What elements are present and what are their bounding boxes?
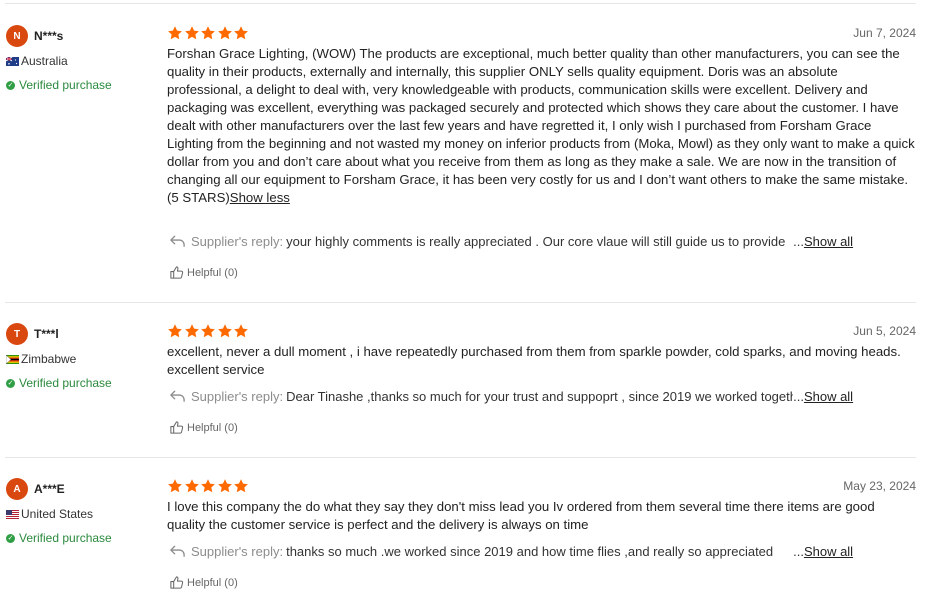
star-icon — [233, 323, 249, 339]
reply-ellipsis: ... — [793, 388, 804, 404]
review-author: T T***l Zimbabwe ✓ Verified purchase — [6, 323, 156, 390]
show-all-link[interactable]: Show all — [804, 234, 853, 249]
supplier-reply-label: Supplier's reply: — [191, 233, 284, 249]
reply-arrow-icon — [169, 234, 186, 248]
us-flag-icon — [6, 509, 19, 519]
verified-purchase: ✓ Verified purchase — [6, 376, 156, 390]
supplier-reply: Supplier's reply: Dear Tinashe ,thanks s… — [167, 387, 867, 405]
helpful-button[interactable]: Helpful (0) — [167, 575, 238, 590]
supplier-reply-text: thanks so much .we worked since 2019 and… — [286, 543, 774, 559]
verified-purchase: ✓ Verified purchase — [6, 78, 156, 92]
star-icon — [200, 478, 216, 494]
avatar: A — [6, 478, 28, 500]
star-icon — [200, 323, 216, 339]
star-rating — [167, 25, 250, 41]
star-icon — [217, 323, 233, 339]
star-icon — [233, 25, 249, 41]
helpful-label: Helpful (0) — [187, 576, 238, 589]
show-all-link[interactable]: Show all — [804, 389, 853, 404]
reviewer-country: Australia — [6, 54, 156, 68]
avatar: N — [6, 25, 28, 47]
country-name: United States — [21, 507, 94, 521]
star-icon — [200, 25, 216, 41]
show-less-link[interactable]: Show less — [230, 190, 290, 205]
reviewer-name: T***l — [34, 327, 59, 341]
review-date: May 23, 2024 — [843, 479, 916, 493]
star-icon — [167, 25, 183, 41]
star-icon — [167, 478, 183, 494]
verified-label: Verified purchase — [19, 531, 112, 545]
star-icon — [184, 323, 200, 339]
review-author: A A***E United States ✓ Verified purchas… — [6, 478, 156, 545]
helpful-button[interactable]: Helpful (0) — [167, 265, 238, 280]
verified-check-icon: ✓ — [6, 533, 15, 543]
australia-flag-icon — [6, 56, 19, 66]
helpful-label: Helpful (0) — [187, 421, 238, 434]
zimbabwe-flag-icon — [6, 354, 19, 364]
show-all-link[interactable]: Show all — [804, 544, 853, 559]
review-author: N N***s Australia ✓ Verified purchase — [6, 25, 156, 92]
supplier-reply-label: Supplier's reply: — [191, 543, 284, 559]
country-name: Australia — [21, 54, 68, 68]
thumbs-up-icon — [169, 265, 184, 280]
supplier-reply: Supplier's reply: thanks so much .we wor… — [167, 542, 867, 560]
review-text: I love this company the do what they say… — [167, 499, 875, 532]
star-icon — [217, 25, 233, 41]
thumbs-up-icon — [169, 575, 184, 590]
reply-ellipsis: ... — [793, 543, 804, 559]
reviewer-name: N***s — [34, 29, 64, 43]
reply-arrow-icon — [169, 544, 186, 558]
helpful-label: Helpful (0) — [187, 266, 238, 279]
review-date: Jun 5, 2024 — [853, 324, 916, 338]
verified-purchase: ✓ Verified purchase — [6, 531, 156, 545]
verified-label: Verified purchase — [19, 78, 112, 92]
helpful-button[interactable]: Helpful (0) — [167, 420, 238, 435]
verified-check-icon: ✓ — [6, 80, 15, 90]
avatar: T — [6, 323, 28, 345]
supplier-reply: Supplier's reply: your highly comments i… — [167, 232, 867, 250]
supplier-reply-text: your highly comments is really appreciat… — [286, 233, 786, 249]
review-text-content: Forshan Grace Lighting, (WOW) The produc… — [167, 46, 915, 205]
verified-check-icon: ✓ — [6, 378, 15, 388]
star-icon — [233, 478, 249, 494]
star-rating — [167, 478, 250, 494]
top-divider — [5, 3, 916, 4]
reviewer-name: A***E — [34, 482, 65, 496]
star-icon — [167, 323, 183, 339]
thumbs-up-icon — [169, 420, 184, 435]
reply-ellipsis: ... — [793, 233, 804, 249]
star-rating — [167, 323, 250, 339]
reviewer-country: Zimbabwe — [6, 352, 156, 366]
star-icon — [184, 478, 200, 494]
reviewer-country: United States — [6, 507, 156, 521]
supplier-reply-label: Supplier's reply: — [191, 388, 284, 404]
star-icon — [217, 478, 233, 494]
verified-label: Verified purchase — [19, 376, 112, 390]
supplier-reply-text: Dear Tinashe ,thanks so much for your tr… — [286, 388, 794, 404]
review-text: Forshan Grace Lighting, (WOW) The produc… — [167, 45, 915, 207]
review-date: Jun 7, 2024 — [853, 26, 916, 40]
review-divider — [5, 302, 916, 303]
reply-arrow-icon — [169, 389, 186, 403]
star-icon — [184, 25, 200, 41]
country-name: Zimbabwe — [21, 352, 77, 366]
review-divider — [5, 457, 916, 458]
review-text: excellent, never a dull moment , i have … — [167, 344, 901, 377]
